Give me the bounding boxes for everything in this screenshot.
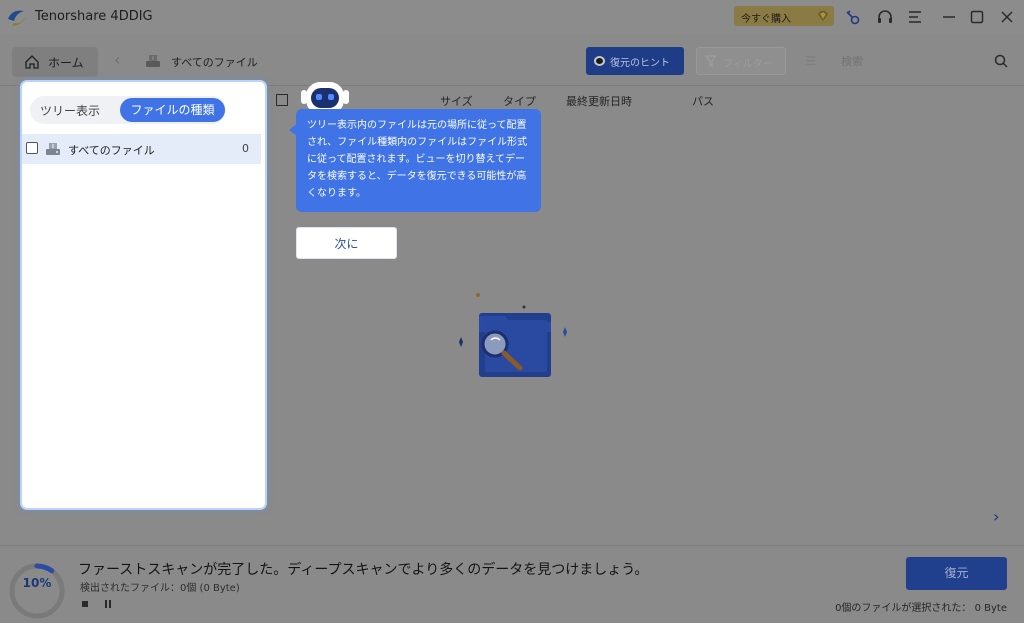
recovery-hint-button[interactable]: 復元のヒント bbox=[586, 47, 684, 75]
tab-tree-view[interactable]: ツリー表示 bbox=[40, 102, 100, 119]
title-bar: Tenorshare 4DDIG 今すぐ購入 bbox=[0, 0, 1024, 34]
column-size[interactable]: サイズ bbox=[440, 93, 473, 109]
recovery-hint-label: 復元のヒント bbox=[610, 58, 670, 69]
guide-tooltip: ツリー表示内のファイルは元の場所に従って配置され、ファイル種類内のファイルはファ… bbox=[296, 109, 541, 212]
next-button[interactable]: 次に bbox=[296, 227, 397, 259]
filter-button[interactable]: フィルター bbox=[696, 47, 786, 75]
breadcrumb[interactable]: すべてのファイル bbox=[171, 54, 258, 70]
recover-button[interactable]: 復元 bbox=[906, 557, 1007, 590]
filter-label: フィルター bbox=[723, 59, 773, 70]
diamond-icon bbox=[818, 11, 828, 21]
home-icon bbox=[25, 55, 39, 69]
back-icon[interactable]: ‹ bbox=[114, 50, 128, 70]
eye-icon bbox=[594, 56, 605, 66]
home-label: ホーム bbox=[48, 56, 84, 70]
maximize-icon[interactable] bbox=[968, 8, 986, 26]
pause-icon[interactable] bbox=[104, 600, 112, 608]
progress-ring bbox=[9, 563, 65, 619]
all-files-checkbox[interactable] bbox=[26, 142, 38, 154]
headset-icon[interactable] bbox=[876, 8, 894, 26]
app-title: Tenorshare 4DDIG bbox=[35, 9, 153, 24]
app-logo-icon bbox=[8, 10, 26, 26]
column-path[interactable]: パス bbox=[692, 93, 714, 109]
key-icon[interactable] bbox=[843, 8, 861, 26]
menu-icon[interactable] bbox=[906, 8, 924, 26]
drive-icon bbox=[46, 143, 60, 155]
tab-file-type[interactable]: ファイルの種類 bbox=[120, 98, 225, 122]
close-icon[interactable] bbox=[998, 8, 1016, 26]
file-sidebar: ツリー表示 ファイルの種類 すべてのファイル 0 bbox=[22, 82, 265, 508]
column-modified[interactable]: 最終更新日時 bbox=[566, 93, 632, 109]
list-icon[interactable]: ☰ bbox=[800, 50, 822, 72]
filter-icon bbox=[705, 55, 717, 67]
search-input[interactable] bbox=[835, 47, 1015, 75]
sidebar-item-all-files[interactable]: すべてのファイル 0 bbox=[22, 134, 261, 164]
status-bar: 10% ファーストスキャンが完了した。ディープスキャンでより多くのデータを見つけ… bbox=[0, 545, 1024, 623]
search-box bbox=[835, 47, 1015, 75]
buy-now-button[interactable]: 今すぐ購入 bbox=[734, 6, 834, 26]
sidebar-item-label: すべてのファイル bbox=[68, 144, 155, 157]
minimize-icon[interactable] bbox=[940, 8, 958, 26]
view-toggle: ツリー表示 ファイルの種類 bbox=[30, 96, 226, 124]
toolbar: ホーム ‹ すべてのファイル 復元のヒント フィルター ☰ bbox=[0, 34, 1024, 86]
found-files-count: 検出されたファイル：0個 (0 Byte) bbox=[80, 583, 240, 594]
selected-files-info: 0個のファイルが選択された： 0 Byte bbox=[835, 603, 1007, 614]
drive-icon bbox=[146, 55, 160, 67]
folder-search-icon bbox=[459, 293, 567, 377]
sidebar-item-count: 0 bbox=[242, 142, 249, 155]
stop-icon[interactable] bbox=[82, 601, 88, 607]
home-button[interactable]: ホーム bbox=[12, 47, 98, 77]
select-all-checkbox[interactable] bbox=[276, 94, 288, 106]
scan-status-title: ファーストスキャンが完了した。ディープスキャンでより多くのデータを見つけましょう… bbox=[78, 562, 649, 578]
buy-now-label: 今すぐ購入 bbox=[741, 14, 791, 25]
search-icon[interactable] bbox=[993, 53, 1009, 69]
chevron-right-icon[interactable]: › bbox=[993, 507, 1007, 526]
progress-percent: 10% bbox=[22, 576, 52, 590]
column-type[interactable]: タイプ bbox=[503, 93, 536, 109]
